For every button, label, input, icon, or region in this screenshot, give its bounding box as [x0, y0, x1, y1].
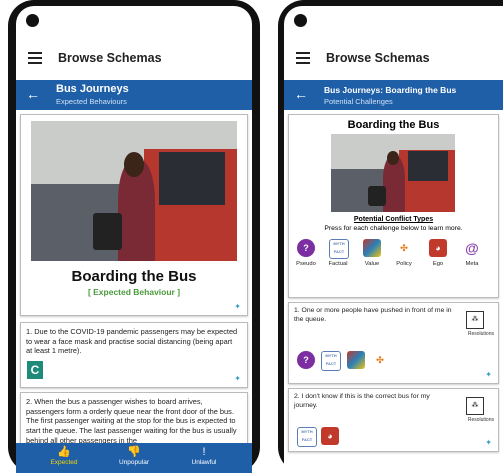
- nav-expected[interactable]: 👍 Expected: [34, 445, 94, 466]
- screen-right: Browse Schemas ← Bus Journeys: Boarding …: [284, 6, 503, 473]
- conflict-label: Ego: [432, 261, 444, 267]
- nav-label: Unlawful: [191, 459, 217, 466]
- sparkle-icon: ✦: [234, 302, 241, 311]
- myth-fact-icon[interactable]: MYTH FACT: [329, 239, 349, 259]
- section-title: Bus Journeys: [56, 83, 129, 95]
- alert-icon: !: [202, 446, 206, 458]
- screen-left: Browse Schemas ← Bus Journeys Expected B…: [16, 6, 252, 473]
- thumbs-up-icon: 👍: [57, 446, 71, 458]
- phone-left: Browse Schemas ← Bus Journeys Expected B…: [8, 0, 260, 473]
- nav-unpopular[interactable]: 👎 Unpopular: [104, 445, 164, 466]
- conflict-label: Pseudo: [296, 261, 316, 267]
- app-title: Browse Schemas: [326, 51, 430, 65]
- myth-fact-icon: MYTH FACT: [321, 351, 341, 371]
- item-text: 2. When the bus a passenger wishes to bo…: [26, 397, 237, 445]
- sparkle-icon: ✦: [485, 370, 492, 379]
- phone-right: Browse Schemas ← Bus Journeys: Boarding …: [278, 0, 503, 473]
- challenge-item-2[interactable]: 2. I don't know if this is the correct b…: [288, 388, 499, 452]
- conflict-hint: Press for each challenge below to learn …: [324, 225, 463, 232]
- nav-label: Expected: [50, 459, 78, 466]
- conflict-label: Factual: [328, 261, 348, 267]
- card-title: Boarding the Bus: [347, 119, 440, 131]
- sparkle-icon: ✦: [234, 374, 241, 383]
- hamburger-menu-icon[interactable]: [296, 52, 310, 67]
- boarding-bus-photo: [331, 134, 455, 212]
- ego-icon[interactable]: ◕: [429, 239, 447, 257]
- challenge-card: Boarding the Bus Potential Conflict Type…: [288, 114, 499, 298]
- camera-dot: [26, 14, 39, 27]
- back-arrow-icon[interactable]: ←: [26, 86, 40, 102]
- sparkle-icon: ✦: [485, 438, 492, 447]
- section-subtitle: Expected Behaviours: [56, 97, 127, 106]
- nav-label: Unpopular: [119, 459, 149, 466]
- card-title: Boarding the Bus: [71, 268, 197, 285]
- resolutions-label: Resolutions: [467, 331, 494, 337]
- section-header: ← Bus Journeys: Boarding the Bus Potenti…: [284, 80, 503, 110]
- ego-icon: ◕: [321, 427, 339, 445]
- behaviour-item-1[interactable]: 1. Due to the COVID-19 pandemic passenge…: [20, 322, 248, 388]
- challenge-text: 2. I don't know if this is the correct b…: [294, 393, 430, 409]
- resolutions-icon[interactable]: ⁂: [466, 311, 484, 329]
- policy-icon: ✣: [371, 351, 389, 369]
- challenge-text: 1. One or more people have pushed in fro…: [294, 307, 452, 323]
- bottom-navigation: 👍 Expected 👎 Unpopular ! Unlawful: [16, 443, 252, 473]
- app-bar: Browse Schemas: [284, 40, 503, 81]
- value-icon[interactable]: [363, 239, 381, 257]
- value-icon: [347, 351, 365, 369]
- boarding-bus-photo: [31, 121, 237, 261]
- back-arrow-icon[interactable]: ←: [294, 86, 308, 102]
- section-title: Bus Journeys: Boarding the Bus: [324, 85, 457, 95]
- thumbs-down-icon: 👎: [127, 446, 141, 458]
- resolutions-label: Resolutions: [467, 417, 494, 423]
- myth-fact-icon: MYTH FACT: [297, 427, 317, 447]
- conflict-label: Value: [364, 261, 380, 267]
- meta-spiral-icon[interactable]: @: [463, 239, 481, 257]
- camera-dot: [294, 14, 307, 27]
- pseudo-icon: ?: [297, 351, 315, 369]
- c-badge-icon: C: [27, 361, 43, 379]
- behaviour-tag: [ Expected Behaviour ]: [87, 287, 181, 297]
- pseudo-icon[interactable]: ?: [297, 239, 315, 257]
- conflict-label: Meta: [465, 261, 479, 267]
- section-subtitle: Potential Challenges: [324, 97, 393, 106]
- nav-unlawful[interactable]: ! Unlawful: [174, 445, 234, 466]
- hamburger-menu-icon[interactable]: [28, 52, 42, 67]
- challenge-item-1[interactable]: 1. One or more people have pushed in fro…: [288, 302, 499, 384]
- conflict-heading: Potential Conflict Types: [353, 216, 434, 223]
- policy-icon[interactable]: ✣: [395, 239, 413, 257]
- resolutions-icon[interactable]: ⁂: [466, 397, 484, 415]
- schema-card[interactable]: Boarding the Bus [ Expected Behaviour ] …: [20, 114, 248, 316]
- app-bar: Browse Schemas: [16, 40, 252, 81]
- conflict-label: Policy: [396, 261, 412, 267]
- app-title: Browse Schemas: [58, 51, 162, 65]
- section-header: ← Bus Journeys Expected Behaviours: [16, 80, 252, 110]
- item-text: 1. Due to the COVID-19 pandemic passenge…: [26, 327, 238, 356]
